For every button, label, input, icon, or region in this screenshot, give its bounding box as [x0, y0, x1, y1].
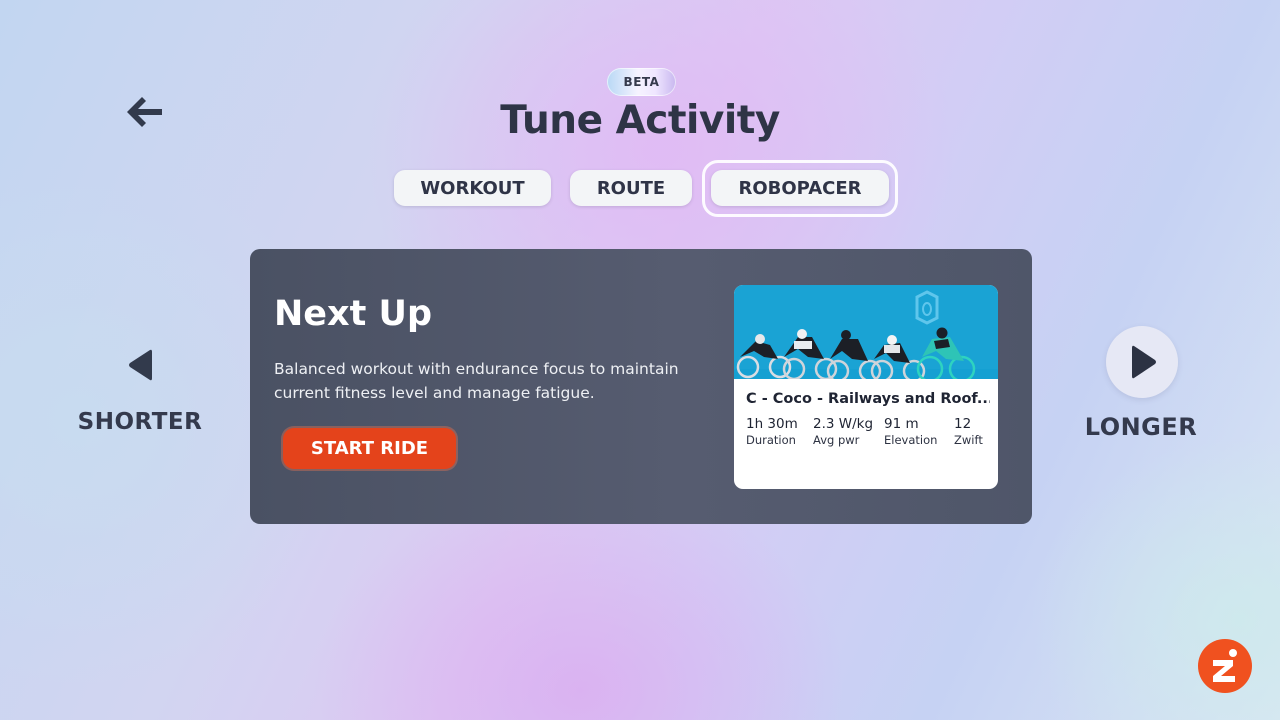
longer-label: LONGER: [1084, 413, 1198, 441]
stat-value: 2.3 W/kg: [813, 416, 874, 432]
workout-card-title: C - Coco - Railways and Roof...: [746, 391, 990, 407]
stat-label: Zwift: [954, 433, 983, 447]
shorter-label: SHORTER: [77, 409, 203, 435]
workout-card[interactable]: C - Coco - Railways and Roof... 1h 30m D…: [734, 285, 998, 489]
stat-zwift: 12 Zwift: [954, 416, 983, 447]
page-title: Tune Activity: [500, 98, 780, 143]
next-up-title: Next Up: [274, 294, 432, 334]
stat-label: Elevation: [884, 433, 938, 447]
zwift-z-icon: [1198, 639, 1252, 693]
start-ride-button[interactable]: START RIDE: [283, 428, 456, 469]
stat-duration: 1h 30m Duration: [746, 416, 798, 447]
stat-label: Avg pwr: [813, 433, 860, 447]
tab-robopacer[interactable]: ROBOPACER: [711, 170, 889, 206]
stat-value: 1h 30m: [746, 416, 798, 432]
longer-button[interactable]: [1106, 326, 1178, 398]
tab-workout[interactable]: WORKOUT: [394, 170, 551, 206]
workout-description: Balanced workout with endurance focus to…: [274, 360, 679, 402]
stat-avg-power: 2.3 W/kg Avg pwr: [813, 416, 873, 447]
shorter-button[interactable]: [120, 342, 160, 388]
back-button[interactable]: [124, 94, 164, 130]
stat-elevation: 91 m Elevation: [884, 416, 937, 447]
beta-badge: BETA: [607, 68, 676, 96]
arrow-left-icon: [127, 97, 162, 127]
stat-value: 91 m: [884, 416, 919, 432]
zwift-logo-icon[interactable]: [1198, 639, 1252, 693]
stat-label: Duration: [746, 433, 796, 447]
tab-route[interactable]: ROUTE: [570, 170, 692, 206]
play-right-icon: [1132, 345, 1156, 379]
riders-image: [734, 285, 998, 379]
play-left-icon: [129, 349, 152, 381]
stat-value: 12: [954, 416, 972, 432]
